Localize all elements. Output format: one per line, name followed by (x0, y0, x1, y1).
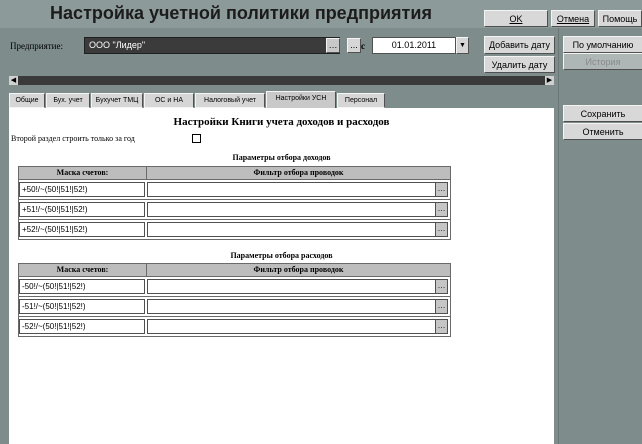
history-button[interactable]: История (563, 53, 642, 70)
expense-filter-table: Маска счетов: Фильтр отбора проводок -50… (18, 263, 451, 337)
header-row: Предприятие: ООО "Лидер" … ... с 01.01.2… (0, 28, 556, 74)
income-section-title: Параметры отбора доходов (232, 153, 331, 162)
chevron-down-icon: ▼ (459, 42, 466, 49)
second-section-yearly-label: Второй раздел строить только за год (11, 134, 135, 143)
tab-inventory-accounting[interactable]: Бухучет ТМЦ (91, 93, 143, 108)
income-filter-field[interactable]: … (147, 202, 448, 217)
tab-general[interactable]: Общие (9, 93, 45, 108)
expense-filter-column-header: Фильтр отбора проводок (147, 264, 450, 276)
income-mask-field[interactable]: +50!/~(50!|51!|52!) (19, 182, 145, 197)
add-date-button[interactable]: Добавить дату (484, 36, 555, 54)
window-title: Настройка учетной политики предприятия (50, 3, 432, 23)
help-button[interactable]: Помощь (598, 10, 642, 27)
income-filter-table: Маска счетов: Фильтр отбора проводок +50… (18, 166, 451, 240)
scroll-left-arrow-icon[interactable]: ◀ (9, 76, 18, 85)
ok-button[interactable]: OK (484, 10, 548, 27)
default-button[interactable]: По умолчанию (563, 36, 642, 53)
expense-mask-field[interactable]: -51!/~(50!|51!|52!) (19, 299, 145, 314)
table-row: -51!/~(50!|51!|52!) … (19, 296, 450, 316)
save-button[interactable]: Сохранить (563, 105, 642, 122)
tab-usn-settings[interactable]: Настройки УСН (266, 91, 336, 108)
income-mask-field[interactable]: +52!/~(50!|51!|52!) (19, 222, 145, 237)
second-section-yearly-checkbox[interactable] (192, 134, 201, 143)
expense-filter-field[interactable]: … (147, 299, 448, 314)
scroll-right-arrow-icon[interactable]: ▶ (545, 76, 554, 85)
expense-mask-column-header: Маска счетов: (19, 264, 147, 276)
ellipsis-button[interactable]: … (435, 202, 448, 217)
tab-fixed-assets[interactable]: ОС и НА (144, 93, 194, 108)
ellipsis-button[interactable]: … (435, 222, 448, 237)
cancel-changes-button[interactable]: Отменить (563, 123, 642, 140)
page-title: Настройки Книги учета доходов и расходов (173, 116, 390, 128)
ellipsis-button[interactable]: … (435, 319, 448, 334)
date-dropdown-button[interactable]: ▼ (456, 37, 469, 54)
enterprise-ellipsis-button[interactable]: ... (347, 38, 361, 53)
date-field[interactable]: 01.01.2011 (372, 37, 456, 54)
expense-mask-field[interactable]: -52!/~(50!|51!|52!) (19, 319, 145, 334)
table-row: +52!/~(50!|51!|52!) … (19, 219, 450, 239)
horizontal-scrollbar[interactable]: ◀ ▶ (9, 76, 554, 85)
enterprise-select-button[interactable]: … (326, 38, 340, 53)
expense-filter-field[interactable]: … (147, 279, 448, 294)
table-row: +51!/~(50!|51!|52!) … (19, 199, 450, 219)
usn-settings-panel: Настройки Книги учета доходов и расходов… (9, 108, 554, 444)
income-filter-column-header: Фильтр отбора проводок (147, 167, 450, 179)
ellipsis-button[interactable]: … (435, 182, 448, 197)
expense-section-title: Параметры отбора расходов (230, 251, 333, 260)
cancel-window-button[interactable]: Отмена (551, 10, 595, 27)
income-filter-field[interactable]: … (147, 182, 448, 197)
title-bar: Настройка учетной политики предприятия O… (0, 0, 642, 28)
side-panel: По умолчанию История Сохранить Отменить (558, 28, 642, 444)
income-filter-field[interactable]: … (147, 222, 448, 237)
expense-filter-field[interactable]: … (147, 319, 448, 334)
table-row: -50!/~(50!|51!|52!) … (19, 276, 450, 296)
ellipsis-button[interactable]: … (435, 299, 448, 314)
tab-tax-accounting[interactable]: Налоговый учет (195, 93, 265, 108)
expense-mask-field[interactable]: -50!/~(50!|51!|52!) (19, 279, 145, 294)
ellipsis-button[interactable]: … (435, 279, 448, 294)
delete-date-button[interactable]: Удалить дату (484, 56, 555, 73)
enterprise-label: Предприятие: (10, 41, 63, 51)
date-from-label: с (361, 41, 365, 51)
income-mask-field[interactable]: +51!/~(50!|51!|52!) (19, 202, 145, 217)
tab-personnel[interactable]: Персонал (337, 93, 385, 108)
enterprise-field[interactable]: ООО "Лидер" (84, 37, 340, 54)
table-row: +50!/~(50!|51!|52!) … (19, 179, 450, 199)
income-mask-column-header: Маска счетов: (19, 167, 147, 179)
tab-accounting[interactable]: Бух. учет (46, 93, 90, 108)
table-row: -52!/~(50!|51!|52!) … (19, 316, 450, 336)
